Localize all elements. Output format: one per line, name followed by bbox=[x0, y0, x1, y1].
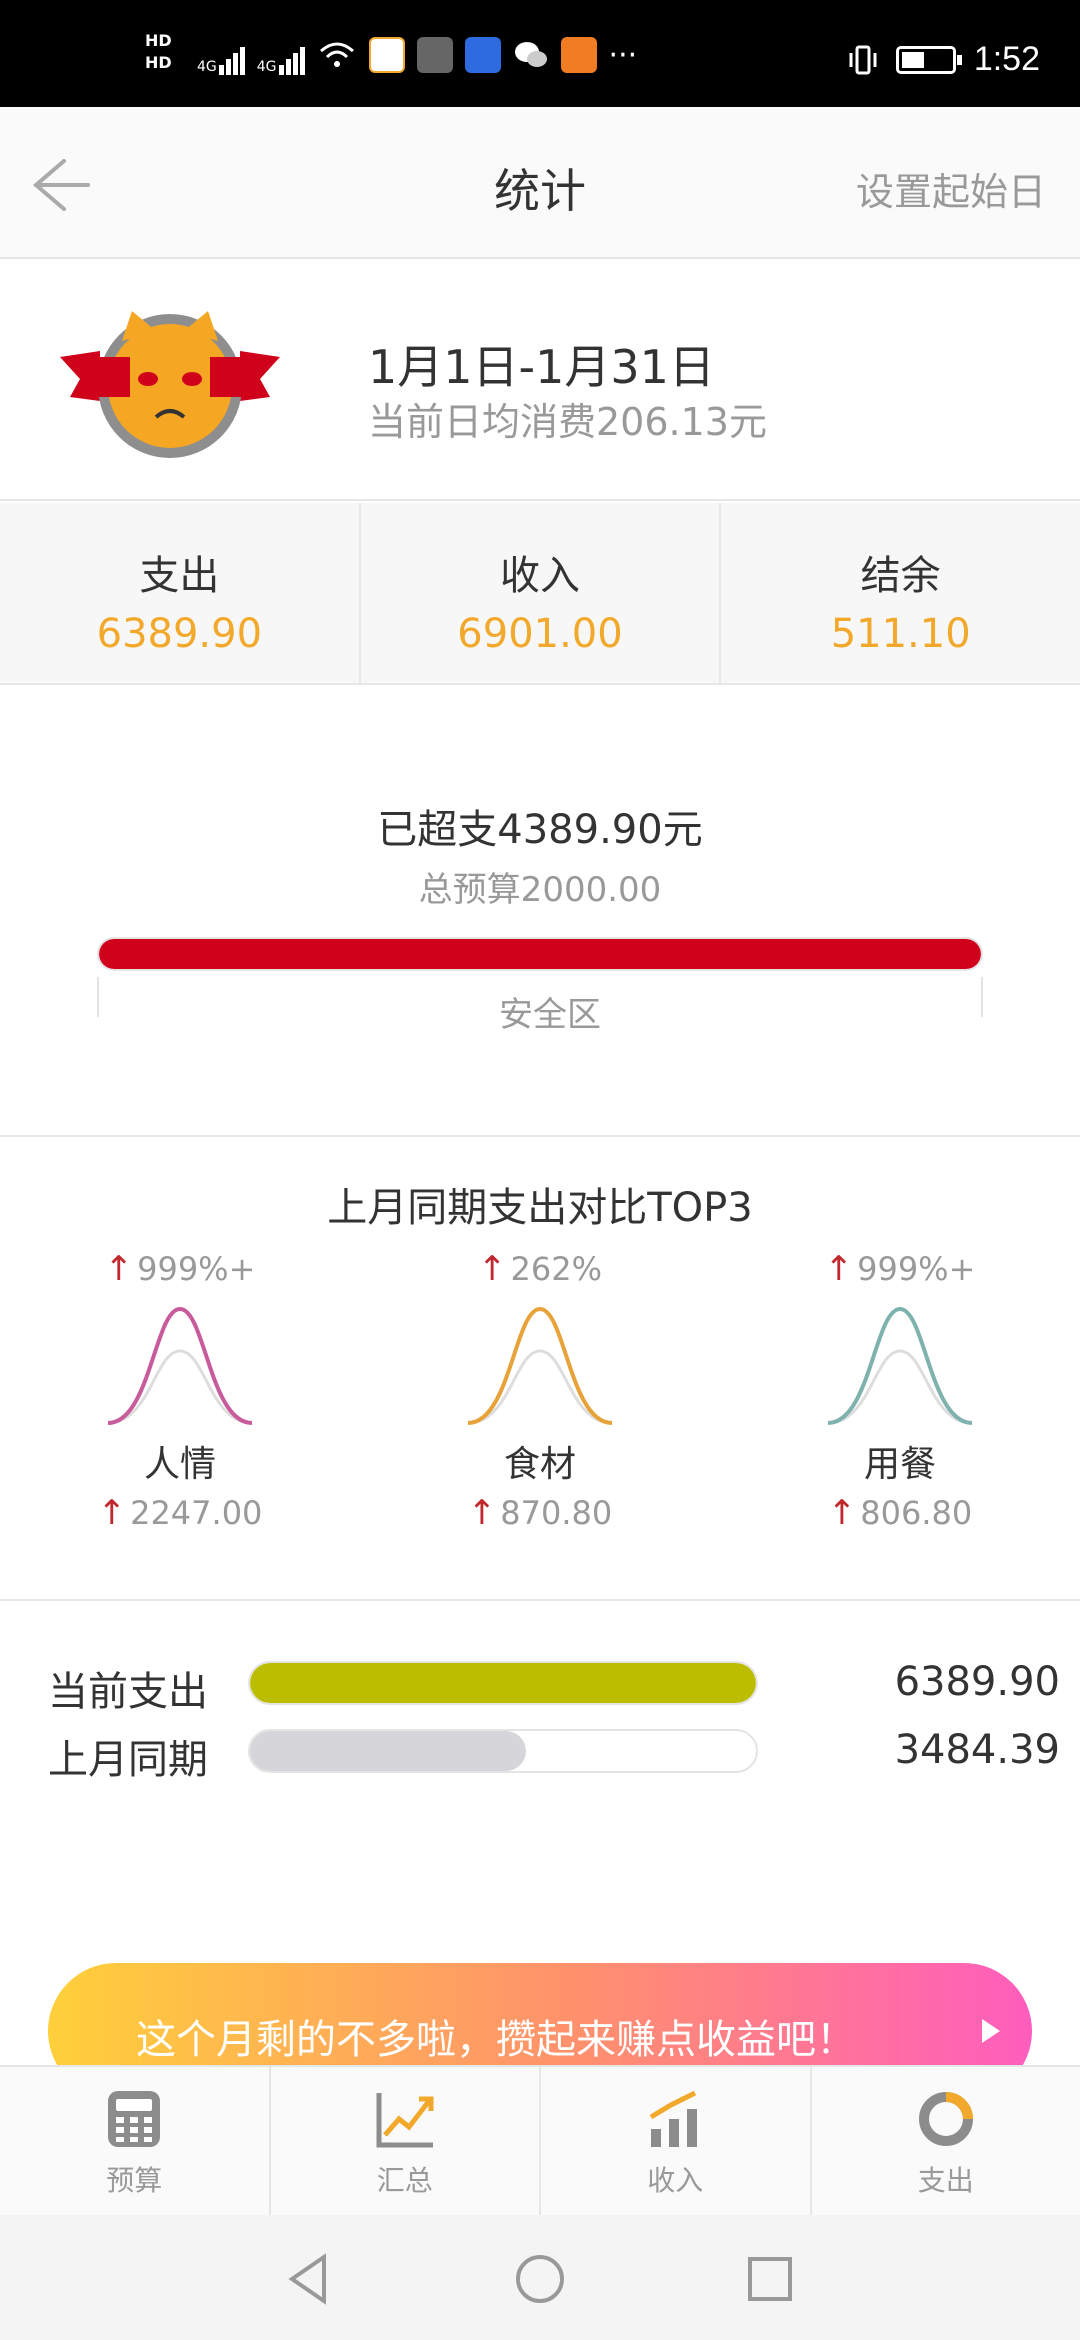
baidu-app-icon bbox=[464, 37, 501, 73]
compare-pct: ↑ 999%+ bbox=[104, 1249, 256, 1289]
stat-label: 支出 bbox=[139, 553, 220, 599]
donut-chart-icon bbox=[918, 2092, 973, 2146]
up-arrow-icon: ↑ bbox=[97, 1493, 127, 1533]
banner-text: 这个月剩的不多啦，攒起来赚点收益吧！ bbox=[136, 2017, 856, 2063]
wechat-icon bbox=[514, 42, 547, 67]
overspent-text: 已超支4389.90元 bbox=[377, 807, 703, 853]
up-arrow-icon: ↑ bbox=[824, 1249, 854, 1289]
compare-item-renqing[interactable]: ↑ 999%+ 人情 ↑ 2247.00 bbox=[80, 1249, 280, 1533]
compare-name: 食材 bbox=[503, 1444, 576, 1485]
stat-value: 511.10 bbox=[830, 611, 971, 657]
set-start-day-button[interactable]: 设置起始日 bbox=[856, 161, 1046, 216]
daily-average: 当前日均消费206.13元 bbox=[368, 400, 767, 444]
tab-summary[interactable]: 汇总 bbox=[271, 2067, 541, 2215]
current-expense-bar bbox=[248, 1661, 758, 1705]
bell-curve-icon bbox=[107, 1306, 253, 1425]
stat-balance[interactable]: 结余 511.10 bbox=[721, 503, 1080, 683]
robot-app-icon bbox=[416, 37, 453, 73]
tab-label: 预算 bbox=[106, 2164, 163, 2197]
last-period-fill bbox=[250, 1731, 526, 1771]
stat-label: 结余 bbox=[860, 553, 941, 599]
bar-chart-icon bbox=[649, 2090, 698, 2147]
tab-label: 收入 bbox=[647, 2164, 704, 2197]
play-arrow-icon bbox=[982, 2019, 1000, 2043]
stat-expense[interactable]: 支出 6389.90 bbox=[0, 503, 361, 683]
bell-curve-icon bbox=[467, 1306, 613, 1425]
tab-label: 汇总 bbox=[376, 2164, 433, 2197]
fox-app-icon bbox=[368, 37, 405, 73]
wifi-icon bbox=[319, 42, 354, 67]
line-chart-icon bbox=[376, 2093, 434, 2148]
tab-label: 支出 bbox=[917, 2164, 974, 2197]
last-period-row: 上月同期 3484.39 bbox=[48, 1721, 1060, 1783]
compare-name: 人情 bbox=[143, 1444, 216, 1485]
clock: 1:52 bbox=[973, 40, 1040, 78]
tab-budget[interactable]: 预算 bbox=[0, 2067, 271, 2215]
budget-section: 已超支4389.90元 总预算2000.00 安全区 bbox=[0, 687, 1080, 1137]
compare-section: 上月同期支出对比TOP3 ↑ 999%+ 人情 ↑ 2247.00 ↑ 262% 食材… bbox=[0, 1139, 1080, 1601]
current-expense-row: 当前支出 6389.90 bbox=[48, 1653, 1060, 1715]
hd-indicator: HD HD bbox=[145, 31, 172, 72]
nav-home-icon[interactable] bbox=[510, 2249, 570, 2309]
video-app-icon bbox=[560, 37, 597, 73]
up-arrow-icon: ↑ bbox=[827, 1493, 857, 1533]
safe-zone-label: 安全区 bbox=[499, 995, 601, 1035]
budget-progress-bar bbox=[97, 937, 983, 971]
bell-curve-icon bbox=[827, 1306, 973, 1425]
title-bar: 统计 设置起始日 bbox=[0, 107, 1080, 259]
compare-value: ↑ 806.80 bbox=[827, 1493, 973, 1533]
current-expense-value: 6389.90 bbox=[894, 1659, 1060, 1705]
compare-pct: ↑ 999%+ bbox=[824, 1249, 976, 1289]
up-arrow-icon: ↑ bbox=[467, 1493, 497, 1533]
bottom-tab-bar: 预算 汇总 收入 支出 bbox=[0, 2065, 1080, 2215]
nav-back-icon[interactable] bbox=[280, 2249, 340, 2309]
tab-income[interactable]: 收入 bbox=[541, 2067, 812, 2215]
period-comparison: 当前支出 6389.90 上月同期 3484.39 bbox=[0, 1603, 1080, 1933]
compare-item-yongcan[interactable]: ↑ 999%+ 用餐 ↑ 806.80 bbox=[800, 1249, 1000, 1533]
stats-row: 支出 6389.90 收入 6901.00 结余 511.10 bbox=[0, 503, 1080, 685]
system-nav-bar bbox=[0, 2215, 1080, 2340]
stat-label: 收入 bbox=[500, 553, 580, 599]
compare-pct: ↑ 262% bbox=[478, 1249, 602, 1289]
last-period-value: 3484.39 bbox=[894, 1727, 1060, 1773]
compare-name: 用餐 bbox=[863, 1444, 936, 1485]
last-period-bar bbox=[248, 1729, 758, 1773]
nav-recent-icon[interactable] bbox=[740, 2249, 800, 2309]
compare-value: ↑ 870.80 bbox=[467, 1493, 613, 1533]
summary-section: 1月1日-1月31日 当前日均消费206.13元 bbox=[0, 261, 1080, 501]
status-bar: HD HD 4G 4G ··· 1:52 bbox=[0, 0, 1080, 107]
compare-title: 上月同期支出对比TOP3 bbox=[327, 1185, 753, 1231]
compare-value: ↑ 2247.00 bbox=[97, 1493, 263, 1533]
cat-mascot-icon bbox=[60, 311, 280, 458]
last-period-label: 上月同期 bbox=[48, 1737, 208, 1783]
current-expense-label: 当前支出 bbox=[48, 1669, 208, 1715]
up-arrow-icon: ↑ bbox=[478, 1249, 507, 1289]
stat-income[interactable]: 收入 6901.00 bbox=[361, 503, 722, 683]
current-expense-fill bbox=[250, 1663, 756, 1703]
more-icon: ··· bbox=[608, 37, 638, 73]
budget-progress-fill bbox=[99, 939, 981, 969]
battery-icon bbox=[895, 45, 962, 74]
date-range: 1月1日-1月31日 bbox=[368, 340, 715, 394]
signal-icon: 4G bbox=[197, 35, 245, 75]
tab-expense[interactable]: 支出 bbox=[812, 2067, 1080, 2215]
stat-value: 6901.00 bbox=[457, 611, 623, 657]
signal-icon-2: 4G bbox=[257, 35, 305, 75]
calculator-icon bbox=[108, 2091, 161, 2147]
vibrate-icon bbox=[849, 45, 877, 74]
total-budget: 总预算2000.00 bbox=[418, 870, 662, 910]
stat-value: 6389.90 bbox=[96, 611, 263, 657]
compare-item-shicai[interactable]: ↑ 262% 食材 ↑ 870.80 bbox=[440, 1249, 640, 1533]
up-arrow-icon: ↑ bbox=[104, 1249, 134, 1289]
